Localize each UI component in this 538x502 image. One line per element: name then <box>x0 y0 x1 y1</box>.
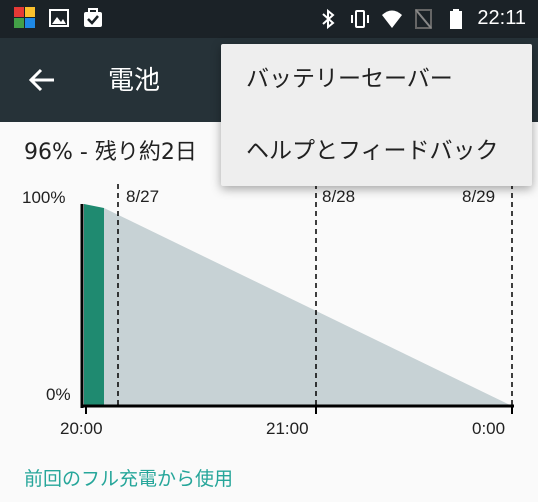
date-marker-label: 8/28 <box>322 187 355 206</box>
wifi-icon <box>382 10 403 28</box>
x-tick-label: 21:00 <box>266 419 309 438</box>
vibrate-icon <box>351 9 370 28</box>
clock: 22:11 <box>477 7 526 29</box>
usage-since-full-charge-link[interactable]: 前回のフル充電から使用 <box>24 464 233 491</box>
page-title: 電池 <box>108 66 161 96</box>
menu-item-battery-saver[interactable]: バッテリーセーバー <box>221 44 532 114</box>
status-bar: 22:11 <box>0 0 538 38</box>
battery-usage-area <box>84 204 104 406</box>
image-notification-icon <box>49 9 69 27</box>
y-tick-0: 0% <box>46 385 71 404</box>
no-signal-icon <box>415 8 433 29</box>
bluetooth-icon <box>322 8 335 29</box>
battery-projection-area <box>104 208 512 406</box>
date-marker-label: 8/27 <box>126 187 159 206</box>
overflow-menu: バッテリーセーバー ヘルプとフィードバック <box>221 44 532 186</box>
y-tick-100: 100% <box>22 188 65 207</box>
x-tick-label: 20:00 <box>60 419 103 438</box>
battery-icon <box>450 8 463 29</box>
menu-item-help-feedback[interactable]: ヘルプとフィードバック <box>221 116 532 186</box>
battery-summary: 96% - 残り約2日 <box>24 140 197 165</box>
x-tick-label: 0:00 <box>472 419 505 438</box>
date-marker-label: 8/29 <box>462 187 495 206</box>
task-notification-icon <box>84 8 102 27</box>
battery-chart: 100% 0% 8/27 8/28 8/29 20:00 21:00 0:00 <box>22 184 514 438</box>
back-arrow-icon[interactable] <box>26 64 58 96</box>
app-logo-icon <box>14 7 35 28</box>
